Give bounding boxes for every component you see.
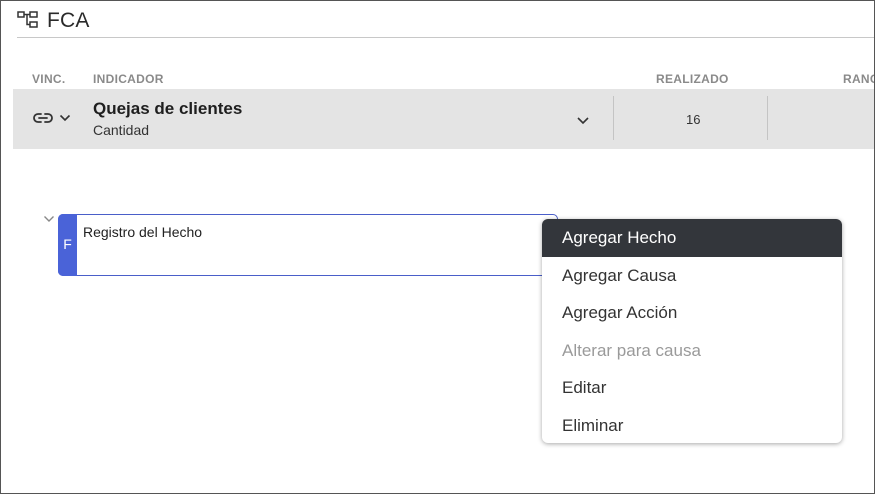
node-type-letter: F: [63, 236, 72, 252]
column-header-realizado[interactable]: REALIZADO: [656, 72, 729, 86]
node-title: Registro del Hecho: [83, 224, 203, 240]
chevron-down-icon[interactable]: [59, 112, 71, 124]
collapse-chevron-icon[interactable]: [43, 214, 55, 224]
menu-item-agregar-accion[interactable]: Agregar Acción: [542, 294, 842, 332]
menu-item-agregar-hecho[interactable]: Agregar Hecho: [542, 219, 842, 257]
indicator-row[interactable]: Quejas de clientes Cantidad 16 1: [13, 89, 874, 149]
menu-item-alterar-para-causa: Alterar para causa: [562, 340, 701, 360]
diagram-tree-icon: [17, 11, 38, 28]
title-divider: [17, 37, 874, 38]
column-header-rango[interactable]: RANG: [843, 72, 874, 86]
page-title: FCA: [47, 9, 90, 32]
link-icon[interactable]: [33, 110, 53, 126]
node-type-badge: F: [58, 214, 77, 276]
app-window: FCA VINC. INDICADOR REALIZADO RANG Queja…: [0, 0, 875, 494]
indicator-realizado-value: 16: [686, 112, 701, 127]
indicator-dropdown-icon[interactable]: [576, 114, 590, 126]
column-divider: [613, 96, 614, 140]
fact-node[interactable]: F Registro del Hecho: [58, 214, 558, 276]
menu-item-editar[interactable]: Editar: [542, 369, 842, 407]
indicator-unit: Cantidad: [93, 122, 150, 138]
indicator-name: Quejas de clientes: [93, 99, 243, 118]
column-divider: [767, 96, 768, 140]
menu-item-eliminar[interactable]: Eliminar: [542, 407, 842, 444]
context-menu: Agregar Hecho Agregar Causa Agregar Acci…: [542, 219, 842, 443]
column-header-vinc[interactable]: VINC.: [32, 72, 66, 86]
menu-item-agregar-causa[interactable]: Agregar Causa: [542, 257, 842, 295]
column-header-indicador[interactable]: INDICADOR: [93, 72, 164, 86]
